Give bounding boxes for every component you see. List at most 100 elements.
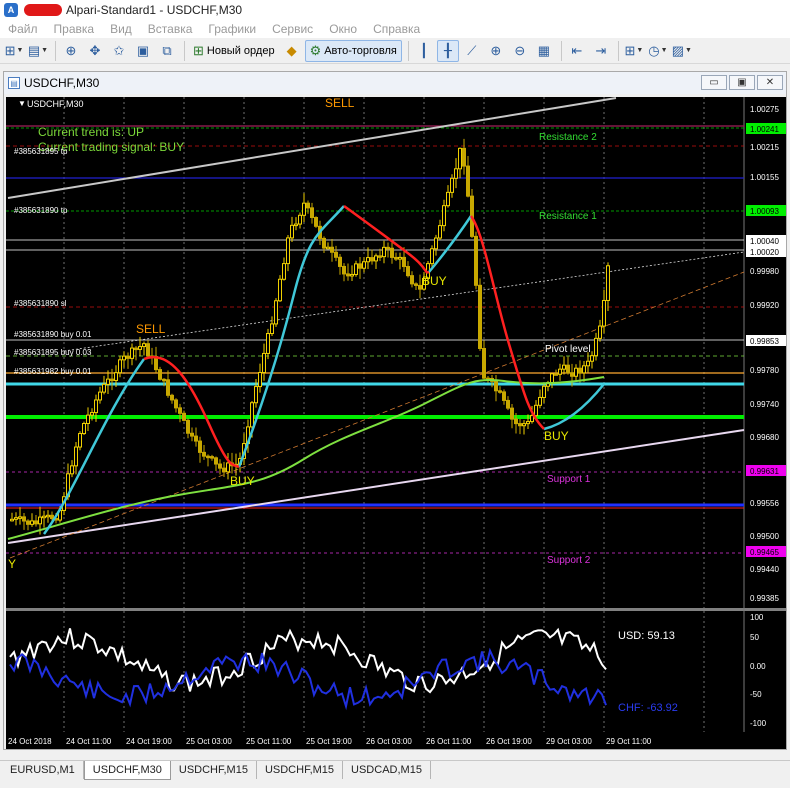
maximize-button[interactable]: ▣	[729, 75, 755, 90]
price-badge: 1.00093	[750, 207, 779, 216]
support2-label: Support 2	[547, 555, 591, 566]
candle-body	[138, 346, 142, 350]
auto-scroll-button[interactable]: ⇤	[566, 40, 588, 62]
candle-body	[214, 457, 218, 465]
toolbar-separator	[184, 40, 185, 61]
usd-strength-label: USD: 59.13	[618, 630, 675, 642]
candle-body	[198, 440, 202, 453]
menu-insert[interactable]: Вставка	[140, 22, 201, 36]
candle-body	[594, 337, 598, 357]
candle-body	[98, 391, 102, 401]
candle-body	[14, 517, 18, 520]
window-title: Alpari-Standard1 - USDCHF,M30	[66, 3, 243, 17]
zoom-in-button[interactable]: ⊕	[485, 40, 507, 62]
auto-scroll-icon: ⇤	[571, 42, 583, 58]
close-button[interactable]: ✕	[757, 75, 783, 90]
menu-file[interactable]: Файл	[0, 22, 46, 36]
candle-body	[294, 223, 298, 227]
candle-body	[330, 246, 334, 253]
candle-body	[558, 368, 562, 375]
tab-usdcad-m15[interactable]: USDCAD,M15	[343, 761, 431, 779]
candle-body	[430, 248, 434, 265]
tab-usdchf-m15-2[interactable]: USDCHF,M15	[257, 761, 344, 779]
candle-body	[110, 378, 114, 382]
tile-windows-button[interactable]: ▦	[533, 40, 555, 62]
candle-body	[406, 266, 410, 277]
bar-chart-icon: ┃	[419, 42, 428, 58]
zoom-in-icon: ⊕	[490, 42, 502, 58]
navigator-button[interactable]: ✩	[108, 40, 130, 62]
tab-eurusd-m1[interactable]: EURUSD,M1	[2, 761, 84, 779]
periods-button[interactable]: ◷ ▼	[647, 40, 669, 62]
candle-body	[94, 399, 98, 414]
tab-usdchf-m30[interactable]: USDCHF,M30	[83, 761, 171, 780]
pivot-label: Pivot level	[545, 344, 591, 355]
profiles-button[interactable]: ▤ ▼	[27, 40, 49, 62]
redacted-mark	[24, 4, 62, 16]
chart-canvas[interactable]: ▼ USDCHF,M30 Current trend is: UP Curren…	[4, 94, 786, 749]
chart-window-titlebar[interactable]: ▤ USDCHF,M30 ▭ ▣ ✕	[4, 72, 786, 94]
candle-body	[402, 256, 406, 268]
candle-body	[286, 237, 290, 265]
tab-usdchf-m15[interactable]: USDCHF,M15	[171, 761, 257, 779]
terminal-button[interactable]: ▣	[132, 40, 154, 62]
candle-body	[322, 237, 326, 249]
candle-body	[90, 412, 94, 416]
price-tick: 0.99740	[750, 400, 779, 409]
zoom-out-button[interactable]: ⊖	[509, 40, 531, 62]
candle-body	[578, 367, 582, 374]
new-chart-button[interactable]: ⊞ ▼	[3, 40, 25, 62]
main-pane[interactable]	[6, 97, 744, 608]
market-watch-button[interactable]: ⊕	[60, 40, 82, 62]
candle-body	[378, 255, 382, 258]
candle-body	[278, 278, 282, 302]
time-label: 24 Oct 19:00	[126, 737, 172, 746]
profiles-icon: ▤	[27, 42, 41, 58]
time-labels: 24 Oct 2018 24 Oct 11:00 24 Oct 19:00 25…	[8, 737, 652, 746]
price-tick: 1.00275	[750, 105, 779, 114]
candle-body	[202, 451, 206, 457]
new-order-button[interactable]: ⊞ Новый ордер	[189, 40, 279, 62]
menu-help[interactable]: Справка	[365, 22, 428, 36]
bar-chart-button[interactable]: ┃	[413, 40, 435, 62]
chart-shift-button[interactable]: ⇥	[590, 40, 612, 62]
candle-body	[210, 456, 214, 459]
osc-tick: 100	[750, 613, 764, 622]
chart-symbol-triangle-icon: ▼	[18, 99, 26, 108]
time-label: 29 Oct 11:00	[606, 737, 652, 746]
menu-window[interactable]: Окно	[321, 22, 365, 36]
data-window-button[interactable]: ✥	[84, 40, 106, 62]
price-tick: 0.99980	[750, 267, 779, 276]
candle-body	[162, 378, 166, 382]
candle-body	[122, 355, 126, 361]
toolbar-separator	[617, 40, 619, 61]
meta-editor-button[interactable]: ◆	[281, 40, 303, 62]
candle-body	[302, 202, 306, 216]
meta-editor-icon: ◆	[286, 42, 297, 58]
auto-trading-button[interactable]: ⚙ Авто-торговля	[304, 39, 402, 62]
tester-button[interactable]: ⧉	[156, 40, 178, 62]
candle-body	[166, 379, 170, 396]
crosshair-icon: ✥	[89, 42, 101, 58]
trend-text: Current trend is: UP	[38, 125, 144, 139]
candlestick-button[interactable]: ╂	[436, 39, 459, 62]
menu-view[interactable]: Вид	[102, 22, 140, 36]
pane-separator[interactable]	[6, 608, 786, 611]
oscillator-scale	[744, 611, 786, 732]
menu-tools[interactable]: Сервис	[264, 22, 321, 36]
candle-body	[482, 347, 486, 379]
candle-body	[582, 365, 586, 374]
candle-body	[170, 394, 174, 401]
candle-body	[454, 168, 458, 179]
candle-body	[106, 378, 110, 385]
templates-button[interactable]: ▨ ▼	[671, 40, 693, 62]
menu-charts[interactable]: Графики	[200, 22, 264, 36]
indicators-button[interactable]: ⊞ ▼	[623, 40, 645, 62]
minimize-button[interactable]: ▭	[701, 75, 727, 90]
mt4-app: A Alpari-Standard1 - USDCHF,M30 Файл Пра…	[0, 0, 790, 788]
candle-body	[542, 385, 546, 398]
line-chart-button[interactable]: ⟋	[461, 40, 483, 62]
menu-edit[interactable]: Правка	[46, 22, 103, 36]
toolbar-separator	[407, 40, 409, 61]
candle-body	[566, 364, 570, 374]
